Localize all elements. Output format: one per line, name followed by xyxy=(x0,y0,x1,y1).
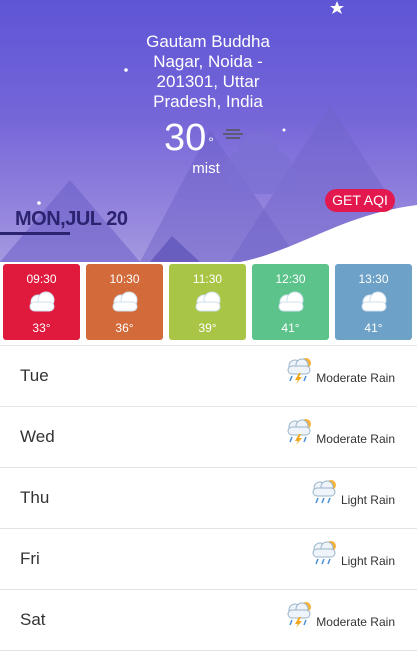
light-rain-icon xyxy=(312,480,336,504)
daily-row[interactable]: Thu Light Rain xyxy=(0,468,417,529)
day-name: Wed xyxy=(20,427,55,446)
cloudy-icon xyxy=(112,291,138,312)
day-name: Tue xyxy=(20,366,49,385)
date-day: MON xyxy=(15,208,61,230)
get-aqi-button[interactable]: GET AQI xyxy=(325,189,395,212)
rain-thunder-icon xyxy=(287,419,311,445)
date-label: MON,JUL 20 xyxy=(15,208,128,231)
hour-time: 09:30 xyxy=(26,272,57,286)
temperature-value: 30 xyxy=(164,117,207,159)
light-rain-icon xyxy=(312,541,336,565)
location-label: Gautam Buddha Nagar, Noida - 201301, Utt… xyxy=(146,32,270,111)
rain-thunder-icon xyxy=(287,358,311,384)
rain-thunder-icon xyxy=(287,602,311,628)
current-temperature: 30 ° xyxy=(164,118,214,158)
hourly-card[interactable]: 09:30 33° xyxy=(3,264,80,340)
day-name: Sat xyxy=(20,610,46,629)
day-condition: Moderate Rain xyxy=(316,615,395,629)
day-condition: Moderate Rain xyxy=(316,371,395,385)
day-condition: Moderate Rain xyxy=(316,432,395,446)
hourly-card[interactable]: 11:30 39° xyxy=(169,264,246,340)
daily-row[interactable]: Fri Light Rain xyxy=(0,529,417,590)
daily-row[interactable]: Sat Moderate Rain xyxy=(0,590,417,651)
day-name: Fri xyxy=(20,549,40,568)
hourly-card[interactable]: 10:30 36° xyxy=(86,264,163,340)
daily-row[interactable]: Wed Moderate Rain xyxy=(0,407,417,468)
date-underline xyxy=(0,232,70,235)
hour-time: 10:30 xyxy=(109,272,140,286)
hourly-card[interactable]: 13:30 41° xyxy=(335,264,412,340)
cloudy-icon xyxy=(278,291,304,312)
hour-temp: 33° xyxy=(32,321,51,335)
day-condition: Light Rain xyxy=(340,554,395,568)
cloudy-icon xyxy=(361,291,387,312)
hourly-forecast: 09:30 33° 10:30 36° 11:30 39° 12:30 41° … xyxy=(0,262,417,344)
hour-time: 13:30 xyxy=(358,272,389,286)
condition-label: mist xyxy=(192,160,220,177)
daily-row[interactable]: Tue Moderate Rain xyxy=(0,345,417,407)
date-rest: ,JUL 20 xyxy=(60,208,128,230)
haze-icon xyxy=(223,129,243,139)
hour-temp: 36° xyxy=(115,321,134,335)
hour-time: 11:30 xyxy=(192,272,223,286)
hour-temp: 39° xyxy=(198,321,217,335)
hour-temp: 41° xyxy=(281,321,300,335)
day-name: Thu xyxy=(20,488,50,507)
hourly-card[interactable]: 12:30 41° xyxy=(252,264,329,340)
cloudy-icon xyxy=(195,291,221,312)
day-condition: Light Rain xyxy=(340,493,395,507)
degree-symbol: ° xyxy=(208,134,214,150)
hour-temp: 41° xyxy=(364,321,383,335)
weather-hero: Gautam Buddha Nagar, Noida - 201301, Utt… xyxy=(0,0,417,262)
cloudy-icon xyxy=(29,291,55,312)
daily-forecast: Tue Moderate Rain Wed Moderate Rain Thu xyxy=(0,345,417,651)
hour-time: 12:30 xyxy=(275,272,306,286)
